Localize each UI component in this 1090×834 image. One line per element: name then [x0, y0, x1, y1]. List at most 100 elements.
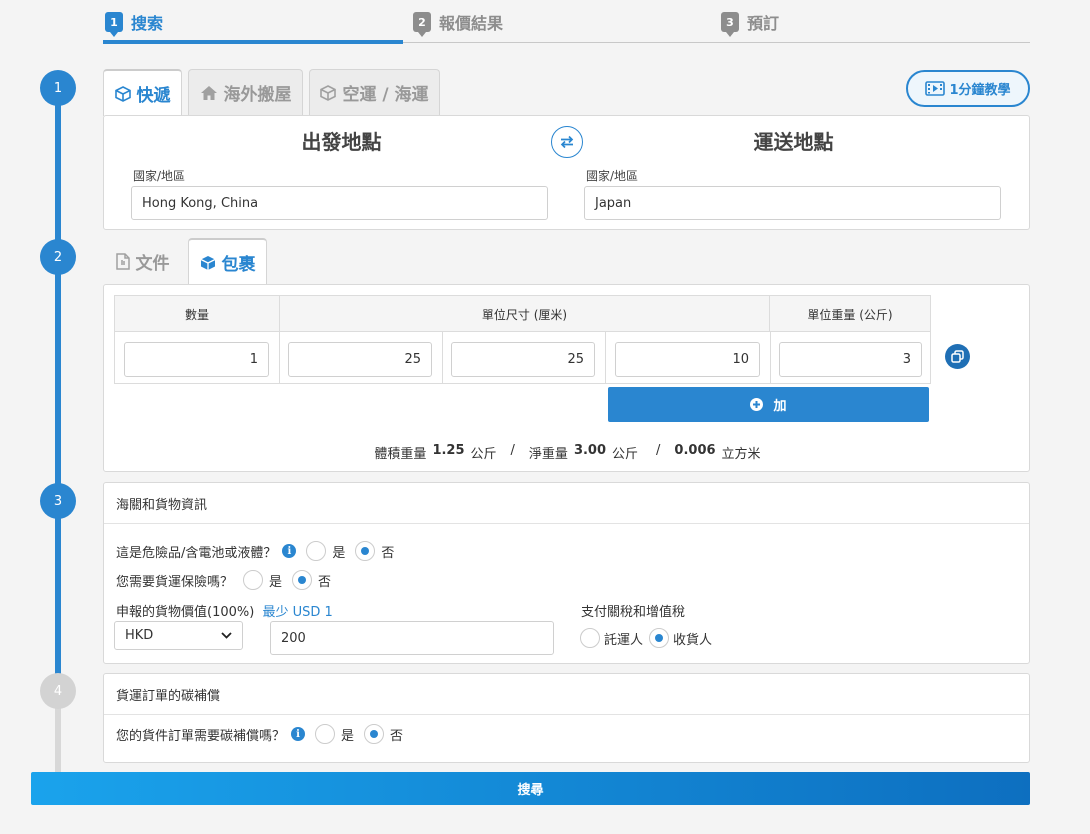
- tab-label: 快遞: [136, 86, 171, 106]
- carbon-offset-question: 您的貨件訂單需要碳補償嗎？: [116, 728, 286, 744]
- height-input[interactable]: 10: [615, 342, 760, 377]
- step-number-icon: 3: [721, 12, 739, 37]
- step-label: 預訂: [747, 14, 780, 33]
- tab-label: 文件: [135, 253, 170, 274]
- chevron-down-icon: [221, 632, 232, 639]
- no-label: 否: [318, 574, 332, 590]
- weight-summary: 體積重量 1.25 公斤 / 淨重量 3.00 公斤 / 0.006 立方米: [104, 443, 1031, 462]
- declared-value-label: 申報的貨物價值(100%): [116, 605, 255, 620]
- tab-express[interactable]: 快遞: [103, 69, 182, 116]
- info-icon[interactable]: i: [291, 727, 306, 741]
- divider: [442, 332, 443, 383]
- net-weight-unit: 公斤: [612, 447, 639, 462]
- package-panel: 數量 單位尺寸 (厘米) 單位重量 (公斤) 1 25 25 10 3 加 體積…: [103, 284, 1030, 472]
- copy-row-button[interactable]: [945, 344, 970, 369]
- origin-country-input[interactable]: Hong Kong, China: [131, 186, 548, 220]
- tab-label: 空運 / 海運: [342, 85, 429, 105]
- length-input[interactable]: 25: [288, 342, 432, 377]
- tab-overseas-moving[interactable]: 海外搬屋: [188, 69, 303, 115]
- step-number-icon: 2: [413, 12, 431, 37]
- duty-shipper-radio[interactable]: [580, 628, 600, 648]
- currency-value: HKD: [125, 628, 154, 643]
- tab-label: 包裹: [221, 255, 256, 275]
- step-label: 報價結果: [439, 14, 504, 33]
- dangerous-no-radio[interactable]: [355, 541, 376, 561]
- step-search[interactable]: 1 搜索: [105, 0, 163, 44]
- customs-title: 海關和貨物資訊: [104, 483, 1029, 524]
- tab-label: 海外搬屋: [223, 85, 292, 105]
- volume-value: 0.006: [674, 443, 716, 458]
- timeline-step-4: 4: [40, 673, 76, 709]
- minimum-value-note: 最少 USD 1: [262, 605, 333, 620]
- dangerous-goods-row: 這是危險品/含電池或液體？ i 是 否: [116, 541, 394, 561]
- carbon-title: 貨運訂單的碳補償: [104, 674, 1029, 715]
- package-table: 數量 單位尺寸 (厘米) 單位重量 (公斤) 1 25 25 10 3: [114, 295, 931, 384]
- quantity-input[interactable]: 1: [124, 342, 269, 377]
- insurance-no-radio[interactable]: [292, 570, 313, 590]
- document-icon: [115, 252, 130, 270]
- destination-title: 運送地點: [753, 130, 834, 154]
- copy-icon: [951, 350, 964, 363]
- no-label: 否: [381, 545, 395, 561]
- destination-country-label: 國家/地區: [586, 169, 639, 183]
- plus-circle-icon: [750, 398, 764, 411]
- dangerous-goods-question: 這是危險品/含電池或液體？: [116, 545, 277, 561]
- step-label: 搜索: [131, 14, 164, 33]
- yes-label: 是: [269, 574, 283, 590]
- info-icon[interactable]: i: [282, 544, 297, 558]
- carbon-offset-row: 您的貨件訂單需要碳補償嗎？ i 是 否: [116, 724, 403, 744]
- insurance-row: 您需要貨運保險嗎？ 是 否: [116, 570, 331, 590]
- carbon-no-radio[interactable]: [364, 724, 385, 744]
- tab-document[interactable]: 文件: [103, 238, 182, 284]
- cargo-type-tabs: 文件 包裹: [103, 238, 403, 285]
- column-weight: 單位重量 (公斤): [807, 307, 893, 322]
- step-number-icon: 1: [105, 12, 123, 37]
- duty-consignee-radio[interactable]: [649, 628, 670, 648]
- video-icon: [925, 81, 946, 96]
- net-weight-value: 3.00: [573, 443, 607, 458]
- search-button-label: 搜尋: [517, 783, 544, 798]
- volumetric-weight-unit: 公斤: [470, 447, 497, 462]
- dangerous-yes-radio[interactable]: [306, 541, 327, 561]
- volumetric-weight-value: 1.25: [432, 443, 465, 458]
- no-label: 否: [390, 728, 404, 744]
- separator: /: [656, 443, 661, 458]
- declared-value-input[interactable]: 200: [270, 621, 554, 655]
- volumetric-weight-label: 體積重量: [374, 447, 427, 462]
- insurance-question: 您需要貨運保險嗎？: [116, 574, 234, 590]
- step-quote-results: 2 報價結果: [413, 0, 503, 44]
- origin-title: 出發地點: [301, 130, 382, 154]
- box-icon: [320, 84, 337, 101]
- duty-payer-label: 支付關稅和增值稅: [581, 605, 686, 620]
- consignee-label: 收貨人: [673, 632, 713, 648]
- timeline-step-1: 1: [40, 70, 76, 106]
- column-quantity: 數量: [184, 307, 209, 322]
- step-bar: 1 搜索 2 報價結果 3 預訂: [103, 0, 1030, 44]
- width-input[interactable]: 25: [451, 342, 595, 377]
- currency-select[interactable]: HKD: [114, 621, 243, 650]
- carbon-panel: 貨運訂單的碳補償 您的貨件訂單需要碳補償嗎？ i 是 否: [103, 673, 1030, 763]
- carbon-yes-radio[interactable]: [315, 724, 336, 744]
- package-icon: [200, 255, 215, 270]
- step-booking: 3 預訂: [721, 0, 779, 44]
- timeline-step-3: 3: [40, 483, 76, 519]
- tutorial-button[interactable]: 1分鐘教學: [906, 70, 1030, 107]
- destination-country-input[interactable]: Japan: [584, 186, 1001, 220]
- search-button[interactable]: 搜尋: [31, 772, 1030, 805]
- home-icon: [200, 85, 217, 100]
- insurance-yes-radio[interactable]: [243, 570, 264, 590]
- customs-panel: 海關和貨物資訊 這是危險品/含電池或液體？ i 是 否 您需要貨運保險嗎？ 是 …: [103, 482, 1030, 664]
- divider: [605, 332, 606, 383]
- divider: [770, 332, 771, 383]
- yes-label: 是: [332, 545, 346, 561]
- tab-air-sea[interactable]: 空運 / 海運: [309, 69, 440, 115]
- origin-country-label: 國家/地區: [133, 169, 186, 183]
- weight-input[interactable]: 3: [779, 342, 922, 377]
- add-package-button[interactable]: 加: [608, 387, 929, 422]
- tutorial-label: 1分鐘教學: [949, 83, 1011, 98]
- yes-label: 是: [341, 728, 355, 744]
- tab-package[interactable]: 包裹: [188, 238, 267, 285]
- route-panel: 出發地點 運送地點 國家/地區 Hong Kong, China 國家/地區 J…: [103, 115, 1030, 230]
- net-weight-label: 淨重量: [528, 447, 568, 462]
- separator: /: [510, 443, 515, 458]
